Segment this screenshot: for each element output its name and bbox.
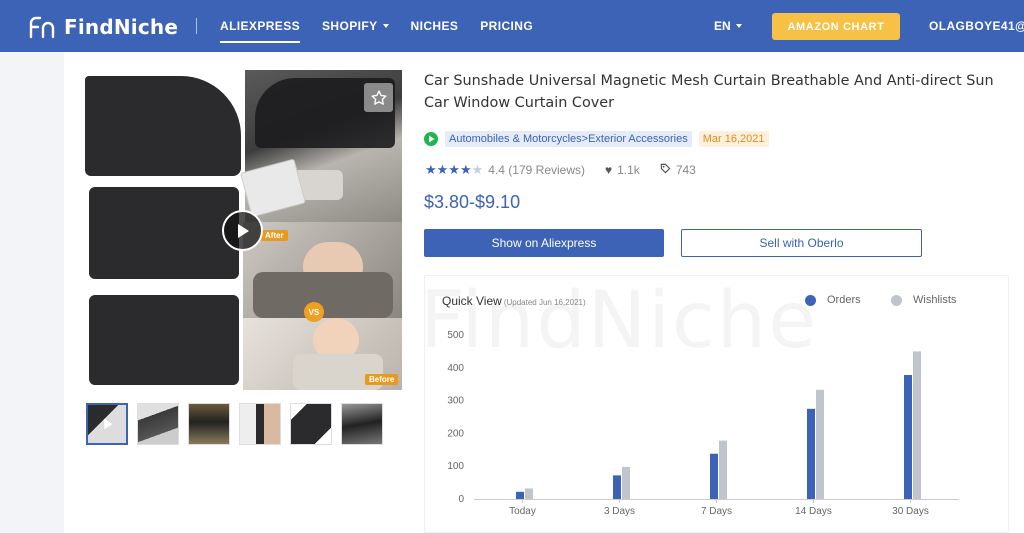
thumbnail-2[interactable] [137, 403, 179, 445]
brand-name: FindNiche [64, 15, 179, 39]
before-tag: Before [365, 374, 399, 385]
nav-item-shopify[interactable]: SHOPIFY [322, 0, 389, 52]
rating-row: ★★★★★ 4.4 (179 Reviews) ♥ 1.1k 743 [425, 162, 696, 178]
bar-wishlists-3-days[interactable] [622, 466, 630, 499]
logo[interactable]: FindNiche [28, 13, 178, 41]
x-tick-label: 14 Days [795, 506, 832, 517]
x-tick-label: 7 Days [701, 506, 732, 517]
category-link[interactable]: Automobiles & Motorcycles>Exterior Acces… [445, 131, 692, 147]
y-tick-label: 300 [447, 396, 464, 407]
wishlist-count: 1.1k [617, 163, 640, 177]
bar-orders-14-days[interactable] [807, 408, 815, 499]
curtain-panel-rear [89, 295, 239, 385]
y-tick-label: 100 [447, 461, 464, 472]
legend-wishlists-swatch [891, 294, 902, 306]
show-on-aliexpress-button[interactable]: Show on Aliexpress [424, 229, 664, 257]
bar-orders-7-days[interactable] [710, 453, 718, 499]
curtain-panel-front [85, 76, 241, 176]
x-tick-label: 3 Days [604, 506, 635, 517]
curtain-panel-middle [89, 187, 239, 279]
thumbnail-5[interactable] [290, 403, 332, 445]
bar-wishlists-14-days[interactable] [816, 389, 824, 499]
legend-orders-swatch [805, 294, 816, 306]
bar-wishlists-30-days[interactable] [913, 351, 921, 499]
video-play-button[interactable] [222, 210, 263, 251]
thumbnail-6[interactable] [341, 403, 383, 445]
main-nav: ALIEXPRESS SHOPIFY NICHES PRICING [220, 0, 555, 52]
bar-wishlists-7-days[interactable] [719, 440, 727, 499]
aliexpress-source-icon [424, 132, 438, 146]
quick-view-title: Quick View (Updated Jun 16,2021) [442, 294, 586, 308]
quick-view-updated: (Updated Jun 16,2021) [503, 298, 586, 307]
rating-text: 4.4 (179 Reviews) [488, 163, 585, 177]
thumbnail-3[interactable] [188, 403, 230, 445]
price-range: $3.80-$9.10 [424, 192, 521, 212]
x-tick-label: 30 Days [892, 506, 929, 517]
y-tick-label: 0 [458, 494, 464, 505]
product-title: Car Sunshade Universal Magnetic Mesh Cur… [424, 73, 994, 111]
quick-view-bar-chart: 0 100 200 300 400 500 Today 3 Days 7 Days 14 Days… [447, 330, 959, 517]
after-tag: After [261, 230, 288, 241]
language-label: EN [714, 19, 731, 33]
y-tick-label: 200 [447, 428, 464, 439]
quick-view-heading: Quick View [442, 294, 502, 308]
nav-item-pricing[interactable]: PRICING [480, 0, 533, 52]
chevron-down-icon [382, 24, 389, 28]
star-outline-icon [371, 89, 386, 105]
nav-item-niches[interactable]: NICHES [411, 0, 459, 52]
bar-wishlists-today[interactable] [525, 488, 533, 499]
thumbnail-1[interactable] [86, 403, 128, 445]
nav-item-label: NICHES [410, 19, 459, 33]
bar-orders-30-days[interactable] [904, 375, 912, 499]
sell-with-oberlo-button[interactable]: Sell with Oberlo [681, 229, 922, 257]
top-navbar: FindNiche ALIEXPRESS SHOPIFY NICHES PRIC… [0, 0, 1024, 52]
favorite-button[interactable] [364, 83, 393, 112]
legend-orders[interactable]: Orders [805, 294, 861, 306]
nav-item-label: SHOPIFY [322, 19, 378, 33]
bar-orders-3-days[interactable] [613, 475, 621, 499]
bar-orders-today[interactable] [516, 491, 524, 499]
tag-icon [660, 163, 671, 177]
thumbnail-4[interactable] [239, 403, 281, 445]
legend-wishlists[interactable]: Wishlists [891, 294, 956, 306]
orders-count: 743 [675, 163, 696, 177]
legend-wishlists-label: Wishlists [913, 294, 957, 306]
listing-date-badge: Mar 16,2021 [698, 131, 769, 147]
language-selector[interactable]: EN [714, 0, 742, 52]
vs-badge: VS [304, 302, 324, 322]
y-tick-label: 400 [447, 363, 464, 374]
nav-divider [196, 18, 197, 34]
nav-item-aliexpress[interactable]: ALIEXPRESS [220, 0, 301, 52]
x-tick-label: Today [509, 506, 536, 517]
product-meta-row: Automobiles & Motorcycles>Exterior Acces… [424, 130, 769, 148]
logo-icon [28, 15, 58, 39]
play-icon [237, 223, 249, 238]
star-rating-icon: ★★★★★ [425, 162, 484, 177]
legend-orders-label: Orders [827, 294, 861, 306]
y-tick-label: 500 [447, 330, 464, 341]
amazon-chart-button[interactable]: AMAZON CHART [772, 13, 900, 40]
thumbnail-strip [86, 403, 392, 445]
play-icon [104, 418, 113, 430]
user-account-menu[interactable]: OLAGBOYE41@G [929, 0, 1024, 52]
chevron-down-icon [735, 24, 742, 28]
nav-item-label: PRICING [480, 19, 534, 33]
nav-item-label: ALIEXPRESS [220, 19, 301, 33]
heart-icon: ♥ [605, 163, 613, 177]
